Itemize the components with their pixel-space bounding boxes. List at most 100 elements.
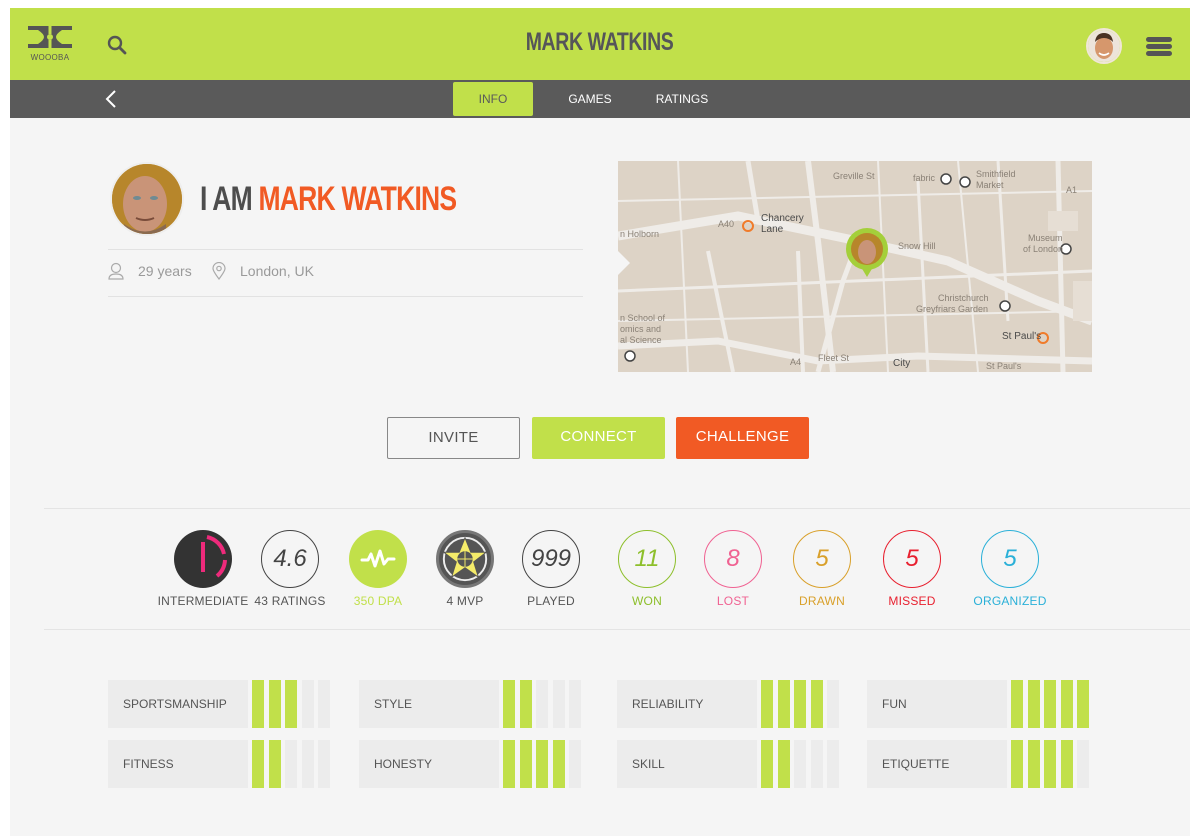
rating-bar-empty xyxy=(827,740,839,788)
rating-bar-filled xyxy=(268,680,281,728)
back-chevron-icon[interactable] xyxy=(102,88,122,110)
rating-bar-filled xyxy=(252,740,264,788)
rating-label: ETIQUETTE xyxy=(867,740,1007,788)
rating-bar-filled xyxy=(1060,740,1073,788)
stat-label: LOST xyxy=(716,594,750,608)
rating-bar-filled xyxy=(519,740,532,788)
top-bar: WOOOBA MARK WATKINS xyxy=(10,8,1190,80)
challenge-button[interactable]: CHALLENGE xyxy=(676,417,809,459)
rating-bar-filled xyxy=(268,740,281,788)
stat-ratings[interactable]: 4.6 43 RATINGS xyxy=(240,530,340,608)
rating-bar-filled xyxy=(1060,680,1073,728)
stat-value: 5 xyxy=(905,545,919,572)
section-divider xyxy=(44,629,1190,630)
rating-label: HONESTY xyxy=(359,740,499,788)
map-label: n Holborn xyxy=(620,229,660,239)
stat-value-circle: 5 xyxy=(883,530,941,588)
stat-label: 350 DPA xyxy=(353,594,403,608)
rating-bar-filled xyxy=(1044,740,1056,788)
stat-label: PLAYED xyxy=(527,594,575,608)
map-pointer xyxy=(618,251,630,275)
rating-bar-filled xyxy=(1044,680,1056,728)
stat-played[interactable]: 999 PLAYED xyxy=(501,530,601,608)
invite-button[interactable]: INVITE xyxy=(387,417,520,459)
map-label: Greville St xyxy=(833,171,875,181)
rating-bar-filled xyxy=(503,740,515,788)
stat-drawn[interactable]: 5 DRAWN xyxy=(772,530,872,608)
location-text: London, UK xyxy=(240,263,314,279)
map-label: Lane xyxy=(761,224,784,235)
stat-dpa[interactable]: 350 DPA xyxy=(328,530,428,608)
rating-reliability: RELIABILITY xyxy=(617,680,841,728)
rating-bar-filled xyxy=(777,740,790,788)
age-text: 29 years xyxy=(138,263,192,279)
headline-prefix: I AM xyxy=(200,180,253,218)
rating-etiquette: ETIQUETTE xyxy=(867,740,1091,788)
rating-bar-empty xyxy=(794,740,806,788)
rating-bar-filled xyxy=(536,740,548,788)
tab-ratings[interactable]: RATINGS xyxy=(642,82,722,116)
stat-value-circle: 11 xyxy=(618,530,676,588)
stat-label: INTERMEDIATE xyxy=(157,594,249,608)
rating-bar-empty xyxy=(301,680,314,728)
stat-value: 11 xyxy=(634,545,660,572)
connect-button[interactable]: CONNECT xyxy=(532,417,665,459)
map-label: A4 xyxy=(790,357,802,367)
rating-bar-empty xyxy=(569,680,581,728)
stat-value: 999 xyxy=(530,545,572,572)
map-label: Fleet St xyxy=(818,353,850,363)
rating-label: SKILL xyxy=(617,740,757,788)
rating-label: SPORTSMANSHIP xyxy=(108,680,248,728)
location-map[interactable]: n Holborn A40 Chancery Lane Greville St … xyxy=(618,161,1092,372)
rating-label: FUN xyxy=(867,680,1007,728)
map-label: St Paul's xyxy=(986,361,1022,371)
current-user-avatar[interactable] xyxy=(1086,28,1122,64)
stat-value-circle: 8 xyxy=(704,530,762,588)
level-gauge-icon xyxy=(174,530,232,588)
profile-avatar xyxy=(110,162,184,236)
rating-bar-empty xyxy=(827,680,839,728)
rating-bar-filled xyxy=(777,680,790,728)
rating-bar-filled xyxy=(1077,680,1089,728)
rating-bar-filled xyxy=(761,740,773,788)
rating-bar-filled xyxy=(794,680,806,728)
rating-bar-empty xyxy=(318,680,330,728)
rating-sportsmanship: SPORTSMANSHIP xyxy=(108,680,332,728)
tab-games[interactable]: GAMES xyxy=(555,82,625,116)
map-label: St Paul's xyxy=(1002,331,1042,342)
map-label: Greyfriars Garden xyxy=(916,304,989,314)
stat-level[interactable]: INTERMEDIATE xyxy=(153,530,253,608)
map-label: Museum xyxy=(1028,233,1063,243)
rating-bar-filled xyxy=(252,680,264,728)
hamburger-menu-icon[interactable] xyxy=(1146,37,1172,57)
tab-info[interactable]: INFO xyxy=(453,82,533,116)
user-face-icon xyxy=(1088,30,1120,62)
stat-value: 5 xyxy=(1003,545,1017,572)
stat-organized[interactable]: 5 ORGANIZED xyxy=(960,530,1060,608)
rating-label: STYLE xyxy=(359,680,499,728)
stat-won[interactable]: 11 WON xyxy=(597,530,697,608)
location-info: London, UK xyxy=(212,260,314,282)
stat-missed[interactable]: 5 MISSED xyxy=(862,530,962,608)
stat-label: MISSED xyxy=(888,594,936,608)
rating-honesty: HONESTY xyxy=(359,740,583,788)
map-label: A40 xyxy=(718,219,735,229)
age-info: 29 years xyxy=(108,260,192,282)
tab-bar: INFO GAMES RATINGS xyxy=(10,80,1190,118)
stat-label: DRAWN xyxy=(799,594,845,608)
search-icon[interactable] xyxy=(106,34,128,56)
rating-style: STYLE xyxy=(359,680,583,728)
wooba-logo[interactable]: WOOOBA xyxy=(26,24,76,66)
rating-skill: SKILL xyxy=(617,740,841,788)
map-pin-icon xyxy=(846,228,888,277)
map-label: al Science xyxy=(620,335,662,345)
map-location-pin[interactable] xyxy=(844,227,890,281)
rating-bar-empty xyxy=(552,680,565,728)
map-label: Smithfield xyxy=(976,169,1016,179)
location-pin-icon xyxy=(212,262,226,280)
rating-bar-filled xyxy=(1027,680,1040,728)
stat-mvp[interactable]: 4 MVP xyxy=(415,530,515,608)
rating-label: RELIABILITY xyxy=(617,680,757,728)
stat-lost[interactable]: 8 LOST xyxy=(683,530,783,608)
divider xyxy=(108,249,583,250)
